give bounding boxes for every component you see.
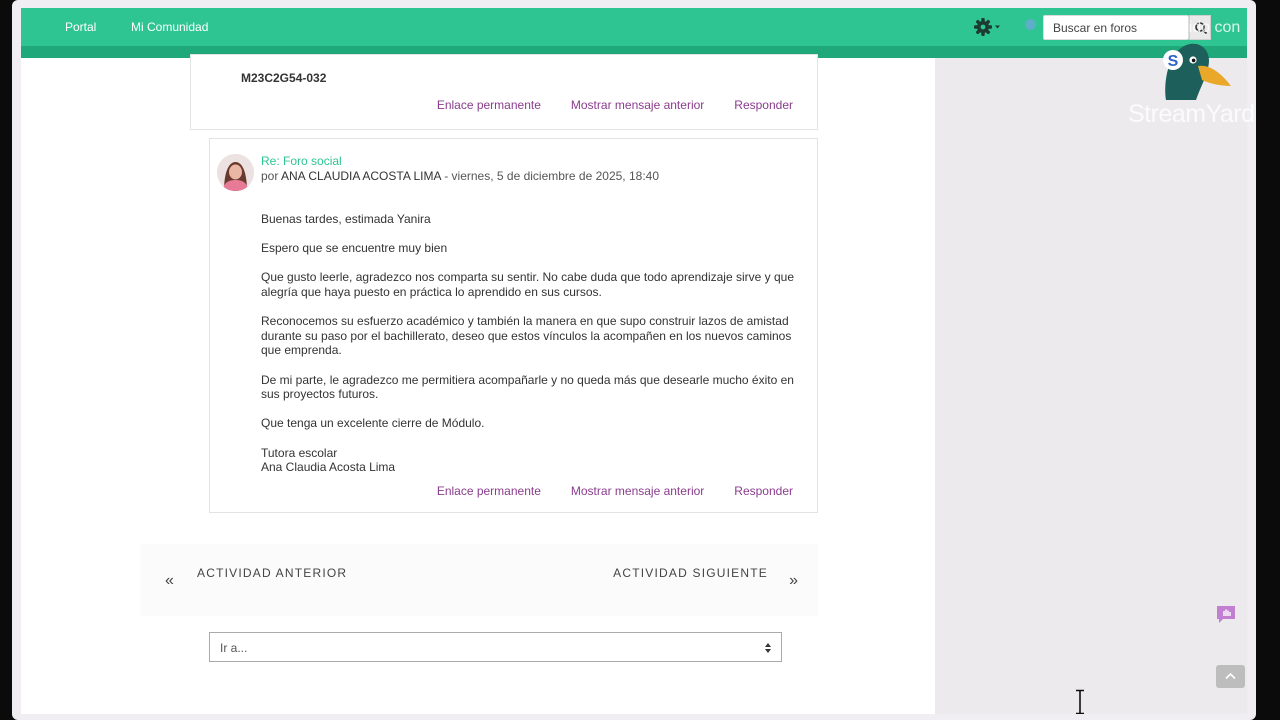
post-paragraph: Buenas tardes, estimada Yanira (261, 212, 431, 226)
course-code: M23C2G54-032 (241, 71, 327, 85)
activity-navigation: « ACTIVIDAD ANTERIOR ACTIVIDAD SIGUIENTE… (141, 544, 818, 616)
main-content: M23C2G54-032 Enlace permanente Mostrar m… (33, 54, 935, 714)
screen-frame: Portal Mi Comunidad Buscar en foros M23C… (12, 0, 1256, 720)
previous-activity-link[interactable]: ACTIVIDAD ANTERIOR (197, 566, 347, 580)
jump-to-selected: Ir a... (220, 641, 248, 655)
post-actions: Enlace permanente Mostrar mensaje anteri… (437, 484, 793, 498)
signature-name: Ana Claudia Acosta Lima (261, 460, 396, 475)
next-activity-link[interactable]: ACTIVIDAD SIGUIENTE (613, 566, 768, 580)
brand-letter: S (1168, 53, 1179, 70)
jump-to-select[interactable]: Ir a... (209, 632, 782, 662)
chat-icon[interactable] (1215, 604, 1237, 624)
reply-link[interactable]: Responder (734, 484, 793, 498)
reply-post-card: Re: Foro social por ANA CLAUDIA ACOSTA L… (209, 138, 818, 513)
post-date: - viernes, 5 de diciembre de 2025, 18:40 (444, 169, 660, 183)
nav-mi-comunidad-link[interactable]: Mi Comunidad (131, 20, 208, 34)
search-placeholder: Buscar en foros (1053, 21, 1138, 35)
show-parent-link[interactable]: Mostrar mensaje anterior (571, 484, 704, 498)
post-paragraph: Reconocemos su esfuerzo académico y tamb… (261, 314, 792, 358)
permalink-link[interactable]: Enlace permanente (437, 484, 541, 498)
author-name[interactable]: ANA CLAUDIA ACOSTA LIMA (281, 169, 441, 183)
post-paragraph: De mi parte, le agradezco me permitiera … (261, 372, 794, 402)
chevron-up-icon (1225, 672, 1236, 680)
help-icon[interactable] (1025, 19, 1036, 30)
right-sidebar (935, 58, 1247, 714)
post-paragraph: Que tenga un excelente cierre de Módulo. (261, 416, 485, 431)
show-parent-link[interactable]: Mostrar mensaje anterior (571, 98, 704, 112)
reply-link[interactable]: Responder (734, 98, 793, 112)
select-caret-icon (765, 643, 771, 653)
permalink-link[interactable]: Enlace permanente (437, 98, 541, 112)
chevron-left-icon[interactable]: « (165, 572, 174, 590)
chevron-right-icon[interactable]: » (789, 572, 798, 590)
gear-icon[interactable] (974, 17, 1002, 37)
avatar[interactable] (217, 154, 254, 191)
post-body: Buenas tardes, estimada Yanira Espero qu… (261, 212, 811, 475)
produced-by-watermark: Producido con (1138, 19, 1241, 36)
previous-post-card: M23C2G54-032 Enlace permanente Mostrar m… (190, 54, 818, 130)
post-subject[interactable]: Re: Foro social (261, 154, 342, 168)
streamyard-wordmark: StreamYard (1128, 100, 1255, 128)
post-actions: Enlace permanente Mostrar mensaje anteri… (437, 98, 793, 112)
streamyard-duck-logo: S (1163, 43, 1231, 100)
signature-role: Tutora escolar (261, 445, 338, 460)
top-navbar: Portal Mi Comunidad Buscar en foros (21, 8, 1247, 46)
back-to-top-button[interactable] (1216, 665, 1245, 688)
post-byline: por ANA CLAUDIA ACOSTA LIMA - viernes, 5… (261, 169, 659, 183)
text-cursor-icon (1076, 689, 1084, 714)
post-paragraph: Que gusto leerle, agradezco nos comparta… (261, 270, 794, 299)
byline-prefix: por (261, 169, 279, 183)
nav-portal-link[interactable]: Portal (65, 20, 96, 34)
post-paragraph: Espero que se encuentre muy bien (261, 241, 448, 256)
browser-viewport: Portal Mi Comunidad Buscar en foros M23C… (21, 8, 1247, 714)
